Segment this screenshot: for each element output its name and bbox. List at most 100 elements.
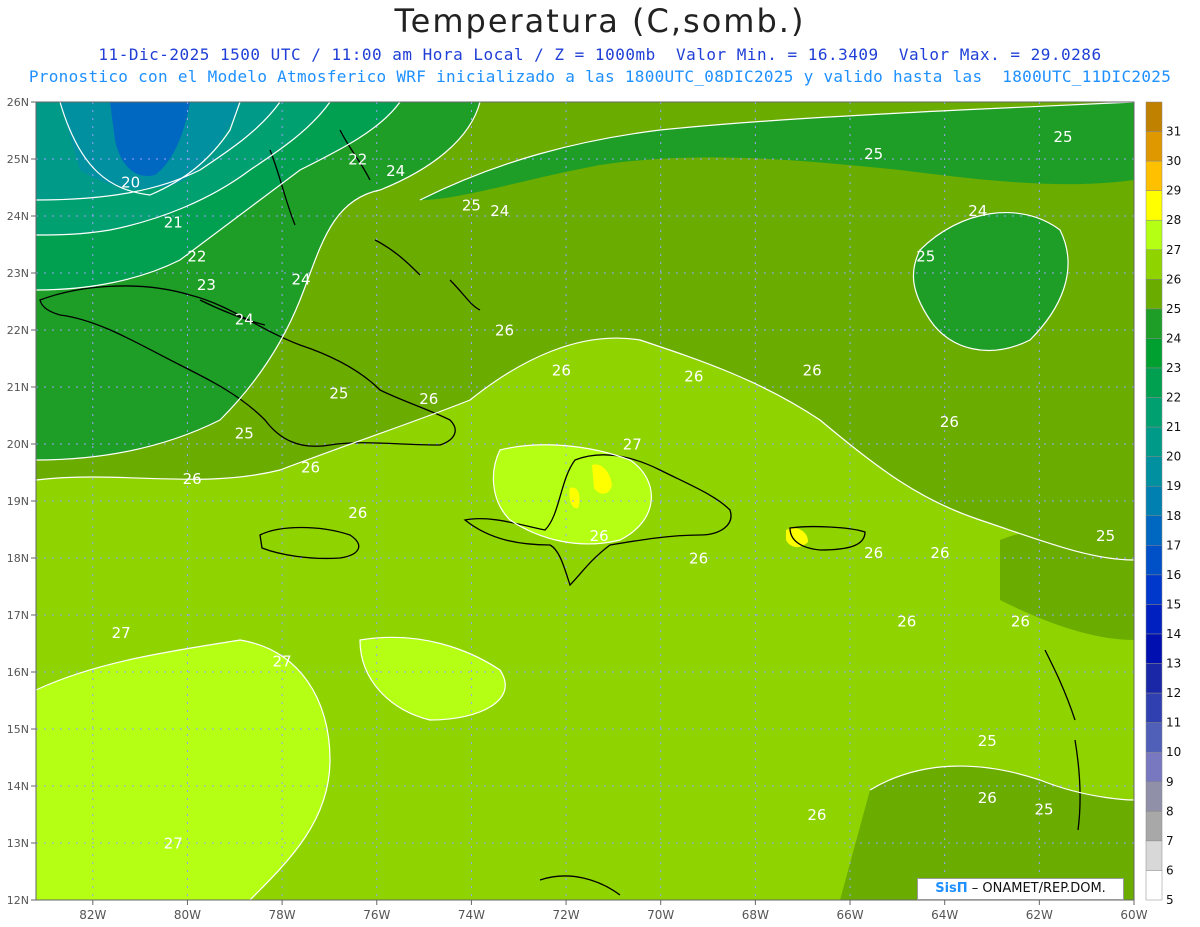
legend-swatch <box>1145 722 1163 753</box>
contour-label: 27 <box>164 835 183 853</box>
lat-tick-label: 18N <box>7 552 29 565</box>
contour-label: 26 <box>183 470 202 488</box>
contour-label: 25 <box>1053 128 1072 146</box>
legend-label: 30 <box>1166 154 1181 168</box>
contour-label: 26 <box>1011 612 1030 630</box>
legend-label: 5 <box>1166 893 1174 907</box>
contour-label: 25 <box>329 384 348 402</box>
contour-label: 24 <box>291 270 310 288</box>
color-legend: 31 30 29 28 27 26 25 24 23 22 21 20 19 18 17 16 15 14 13 12… <box>1145 101 1181 907</box>
legend-label: 7 <box>1166 834 1174 848</box>
legend-swatch <box>1145 574 1163 605</box>
credit-badge: SisΠ – ONAMET/REP.DOM. <box>917 878 1124 900</box>
lon-tick-label: 62W <box>1026 908 1053 922</box>
legend-swatch <box>1145 692 1163 723</box>
contour-label: 26 <box>419 390 438 408</box>
lat-tick-label: 15N <box>7 723 29 736</box>
contour-label: 25 <box>1096 527 1115 545</box>
legend-label: 16 <box>1166 568 1181 582</box>
lon-tick-label: 66W <box>836 908 863 922</box>
legend-label: 21 <box>1166 420 1181 434</box>
legend-label: 22 <box>1166 391 1181 405</box>
legend-label: 23 <box>1166 361 1181 375</box>
credit-brand: SisΠ <box>935 881 968 896</box>
legend-swatch <box>1145 633 1163 664</box>
contour-label: 21 <box>164 213 183 231</box>
contour-label: 22 <box>187 248 206 266</box>
lon-tick-label: 74W <box>458 908 485 922</box>
legend-swatch <box>1145 219 1163 251</box>
legend-label: 11 <box>1166 716 1181 730</box>
legend-label: 18 <box>1166 509 1181 523</box>
legend-label: 26 <box>1166 272 1181 286</box>
legend-swatch <box>1145 751 1163 783</box>
lon-tick-label: 80W <box>174 908 201 922</box>
legend-label: 13 <box>1166 657 1181 671</box>
lon-tick-label: 78W <box>269 908 296 922</box>
contour-label: 26 <box>689 550 708 568</box>
contour-label: 27 <box>623 436 642 454</box>
contour-label: 26 <box>590 527 609 545</box>
contour-label: 26 <box>940 413 959 431</box>
legend-label: 29 <box>1166 184 1181 198</box>
legend-label: 12 <box>1166 686 1181 700</box>
lat-tick-label: 16N <box>7 666 29 679</box>
legend-label: 10 <box>1166 745 1181 759</box>
legend-swatch <box>1145 515 1163 546</box>
contour-label: 23 <box>197 276 216 294</box>
lat-tick-label: 20N <box>7 438 29 451</box>
legend-label: 14 <box>1166 627 1181 641</box>
legend-swatch <box>1145 781 1163 812</box>
lon-tick-label: 70W <box>647 908 674 922</box>
contour-label: 24 <box>968 202 987 220</box>
lon-tick-label: 68W <box>742 908 769 922</box>
contour-label: 26 <box>552 362 571 380</box>
contour-label: 26 <box>803 362 822 380</box>
legend-label: 8 <box>1166 804 1174 818</box>
legend-label: 27 <box>1166 243 1181 257</box>
contour-label: 26 <box>864 544 883 562</box>
contour-label: 25 <box>916 248 935 266</box>
contour-label: 26 <box>930 544 949 562</box>
lat-tick-label: 13N <box>7 837 29 850</box>
legend-swatch <box>1145 456 1163 487</box>
contour-label: 25 <box>462 196 481 214</box>
legend-label: 15 <box>1166 597 1181 611</box>
lat-tick-label: 25N <box>7 153 29 166</box>
legend-label: 9 <box>1166 775 1174 789</box>
plot-area <box>36 102 1134 900</box>
legend-swatch <box>1145 663 1163 694</box>
legend-label: 28 <box>1166 213 1181 227</box>
lon-tick-label: 82W <box>79 908 106 922</box>
contour-label: 26 <box>897 612 916 630</box>
lat-tick-label: 12N <box>7 894 29 907</box>
legend-label: 6 <box>1166 863 1174 877</box>
contour-label: 22 <box>348 151 367 169</box>
lat-tick-label: 21N <box>7 381 29 394</box>
legend-swatch <box>1145 397 1163 428</box>
contour-label: 25 <box>978 732 997 750</box>
legend-swatch <box>1145 131 1163 162</box>
contour-label: 26 <box>348 504 367 522</box>
lat-tick-label: 26N <box>7 96 29 109</box>
contour-label: 24 <box>386 162 405 180</box>
contour-label: 27 <box>112 624 131 642</box>
legend-label: 19 <box>1166 479 1181 493</box>
lat-tick-label: 24N <box>7 210 29 223</box>
contour-label: 27 <box>273 652 292 670</box>
contour-label: 26 <box>684 367 703 385</box>
legend-swatch <box>1145 485 1163 517</box>
legend-swatch <box>1145 160 1163 191</box>
legend-swatch <box>1145 545 1163 576</box>
lon-tick-label: 76W <box>363 908 390 922</box>
contour-label: 26 <box>978 789 997 807</box>
lon-tick-label: 72W <box>552 908 579 922</box>
legend-swatch <box>1145 367 1163 398</box>
credit-text: – ONAMET/REP.DOM. <box>967 881 1106 896</box>
contour-label: 26 <box>495 322 514 340</box>
contour-label: 24 <box>235 310 254 328</box>
lat-tick-label: 22N <box>7 324 29 337</box>
contour-label: 25 <box>235 424 254 442</box>
legend-swatch <box>1145 101 1163 132</box>
lat-tick-label: 14N <box>7 780 29 793</box>
